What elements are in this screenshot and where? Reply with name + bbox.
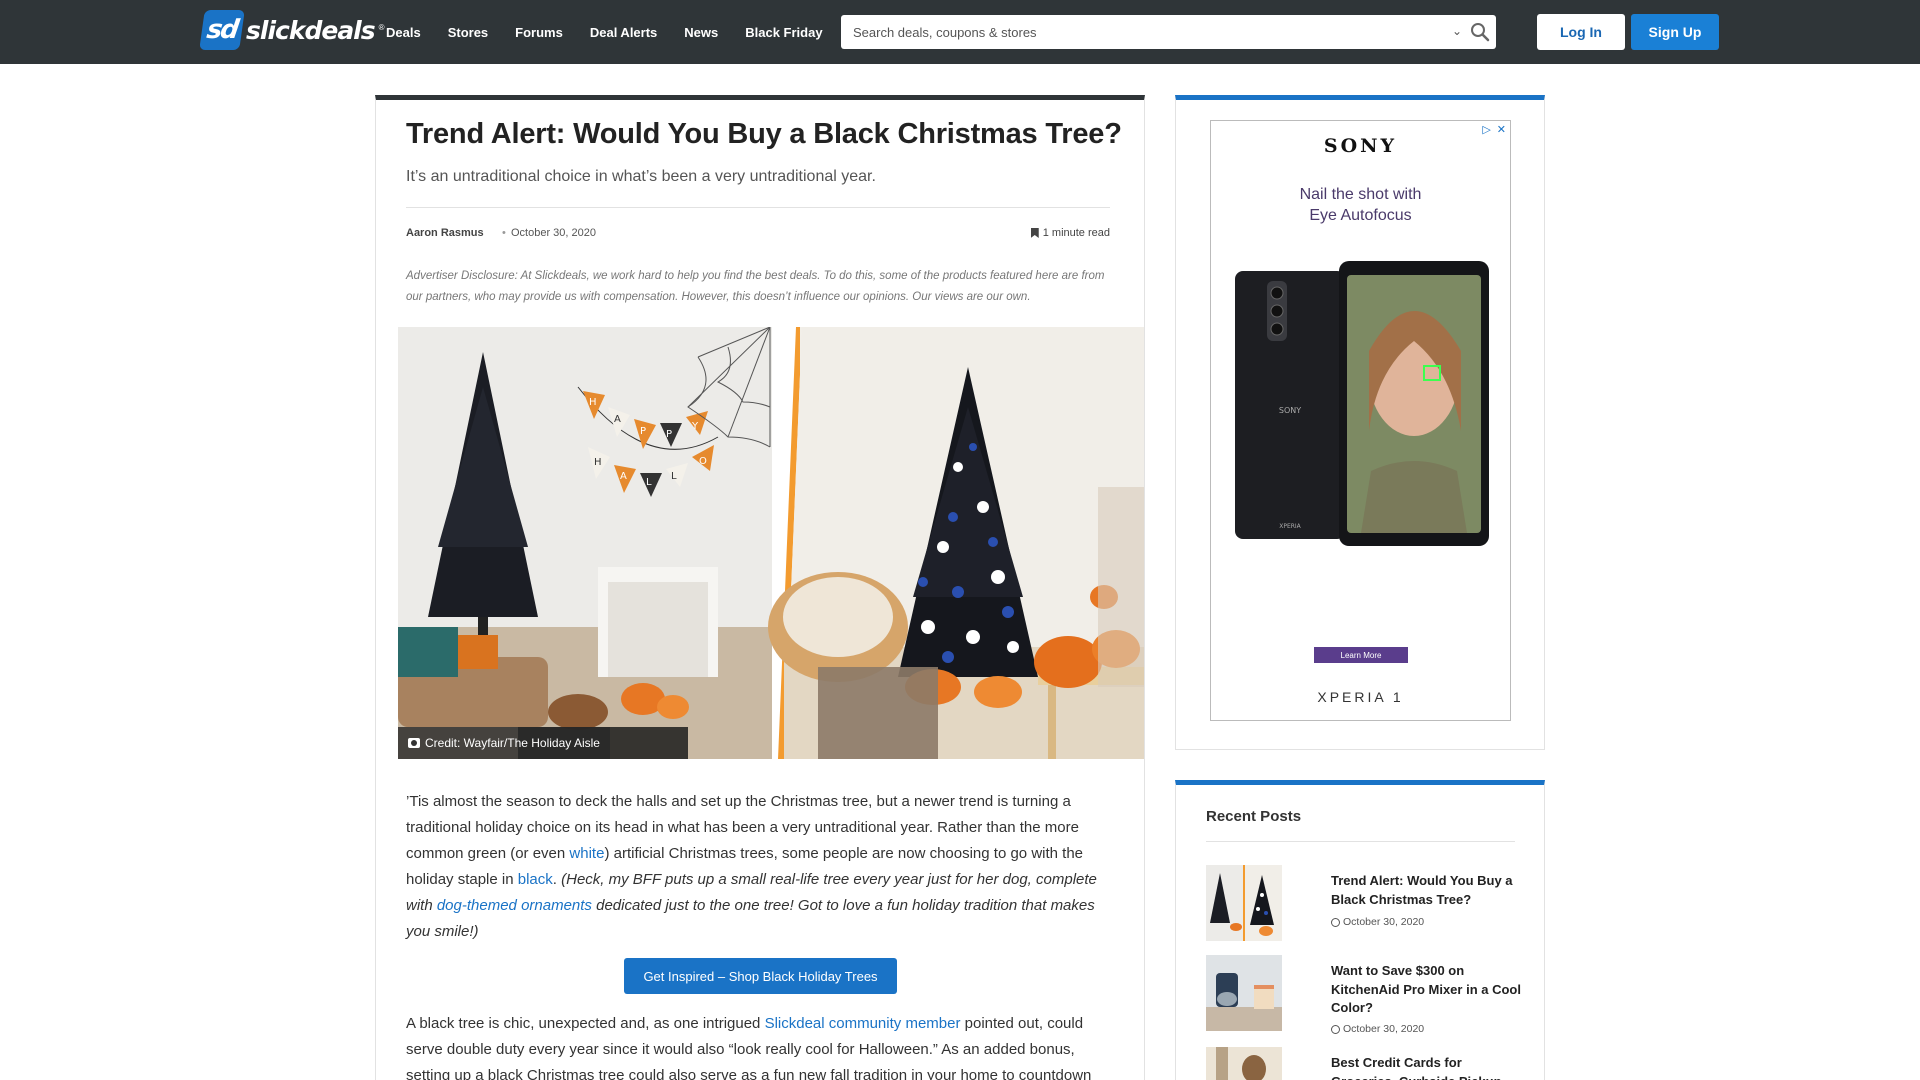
top-navigation-bar: sd slickdeals ® Deals Stores Forums Deal… xyxy=(0,0,1920,64)
divider xyxy=(406,207,1110,208)
article-paragraph-1: ’Tis almost the season to deck the halls… xyxy=(406,789,1118,945)
post-thumbnail[interactable] xyxy=(1206,1047,1282,1080)
clock-icon xyxy=(1331,917,1340,927)
shop-black-trees-button[interactable]: Get Inspired – Shop Black Holiday Trees xyxy=(624,958,897,994)
image-credit: Credit: Wayfair/The Holiday Aisle xyxy=(398,727,610,759)
link-community-member[interactable]: Slickdeal community member xyxy=(765,1015,961,1032)
signup-button[interactable]: Sign Up xyxy=(1631,14,1719,50)
post-date: October 30, 2020 xyxy=(1331,916,1424,928)
nav-deal-alerts[interactable]: Deal Alerts xyxy=(590,25,657,40)
recent-post-item[interactable]: Best Credit Cards for Groceries, Curbsid… xyxy=(1206,1047,1515,1080)
logo-wordmark: slickdeals xyxy=(246,15,376,45)
article-subtitle: It’s an untraditional choice in what’s b… xyxy=(406,168,876,185)
recent-posts-heading: Recent Posts xyxy=(1206,808,1302,825)
svg-text:P: P xyxy=(640,426,646,437)
article-paragraph-2: A black tree is chic, unexpected and, as… xyxy=(406,1011,1118,1080)
post-title[interactable]: Best Credit Cards for Groceries, Curbsid… xyxy=(1331,1054,1521,1080)
nav-news[interactable]: News xyxy=(684,25,718,40)
svg-text:H: H xyxy=(589,397,597,408)
svg-text:L: L xyxy=(646,477,652,488)
author-link[interactable]: Aaron Rasmus xyxy=(406,227,484,239)
search-icon[interactable] xyxy=(1469,21,1491,43)
camera-icon xyxy=(408,738,420,748)
svg-text:L: L xyxy=(671,471,677,482)
ad-headline-line: Nail the shot with xyxy=(1299,186,1422,203)
svg-text:SONY: SONY xyxy=(1279,406,1301,415)
article-card: Trend Alert: Would You Buy a Black Chris… xyxy=(375,95,1145,1080)
advertiser-disclosure: Advertiser Disclosure: At Slickdeals, we… xyxy=(406,270,1105,303)
ad-headline: Nail the shot with Eye Autofocus xyxy=(1211,184,1510,226)
hero-illustration: H A P P Y H A L L O xyxy=(398,327,1144,759)
nav-deals[interactable]: Deals xyxy=(386,25,421,40)
meta-separator: • xyxy=(502,227,506,239)
link-dog-ornaments[interactable]: dog-themed ornaments xyxy=(437,897,592,914)
text-run: . xyxy=(552,871,562,888)
post-date-text: October 30, 2020 xyxy=(1343,916,1425,928)
chevron-down-icon[interactable]: ⌄ xyxy=(1452,24,1462,38)
recent-post-item[interactable]: Want to Save $300 on KitchenAid Pro Mixe… xyxy=(1206,955,1521,1035)
svg-text:A: A xyxy=(620,471,627,482)
ad-product-name: XPERIA 1 xyxy=(1317,689,1404,705)
phones-illustration: SONY XPERIA xyxy=(1235,261,1489,546)
learn-more-button[interactable]: Learn More xyxy=(1314,647,1408,663)
hero-image: H A P P Y H A L L O Credit: Wayfair/The … xyxy=(398,327,1144,759)
post-thumbnail[interactable] xyxy=(1206,955,1282,1031)
svg-text:O: O xyxy=(699,456,707,467)
link-black-trees[interactable]: black xyxy=(518,871,553,888)
ad-headline-line: Eye Autofocus xyxy=(1309,207,1412,224)
sony-ad[interactable]: ▷ ✕ SONY Nail the shot with Eye Autofocu… xyxy=(1210,120,1511,721)
search-input[interactable] xyxy=(853,15,1433,49)
divider xyxy=(1206,841,1515,842)
sidebar-ad-container: ▷ ✕ SONY Nail the shot with Eye Autofocu… xyxy=(1175,95,1545,750)
nav-black-friday[interactable]: Black Friday xyxy=(745,25,822,40)
logo-mark: sd xyxy=(199,10,245,50)
nav-stores[interactable]: Stores xyxy=(448,25,488,40)
svg-text:H: H xyxy=(594,457,602,468)
search-box: ⌄ xyxy=(841,15,1496,49)
clock-icon xyxy=(1331,1024,1340,1034)
ad-brand: SONY xyxy=(1323,135,1398,157)
post-title[interactable]: Trend Alert: Would You Buy a Black Chris… xyxy=(1331,872,1521,909)
read-time: 1 minute read xyxy=(1030,227,1110,239)
article-meta: Aaron Rasmus • October 30, 2020 1 minute… xyxy=(406,227,1110,243)
image-credit-text: Credit: Wayfair/The Holiday Aisle xyxy=(425,736,600,750)
svg-text:XPERIA: XPERIA xyxy=(1279,523,1301,530)
post-date: October 30, 2020 xyxy=(1331,1023,1424,1035)
svg-text:Y: Y xyxy=(691,421,699,432)
publish-date: October 30, 2020 xyxy=(511,227,597,239)
article-title: Trend Alert: Would You Buy a Black Chris… xyxy=(406,118,1122,150)
main-nav: Deals Stores Forums Deal Alerts News Bla… xyxy=(386,0,823,64)
post-thumbnail[interactable] xyxy=(1206,865,1282,941)
svg-text:P: P xyxy=(666,429,672,440)
post-title[interactable]: Want to Save $300 on KitchenAid Pro Mixe… xyxy=(1331,962,1521,1018)
login-button[interactable]: Log In xyxy=(1537,14,1625,50)
nav-forums[interactable]: Forums xyxy=(515,25,563,40)
text-run: A black tree is chic, unexpected and, as… xyxy=(406,1015,765,1032)
read-time-label: 1 minute read xyxy=(1042,227,1110,239)
bookmark-icon xyxy=(1030,228,1039,238)
link-white-trees[interactable]: white xyxy=(569,845,604,862)
svg-text:A: A xyxy=(614,414,621,425)
post-date-text: October 30, 2020 xyxy=(1343,1023,1425,1035)
registered-mark: ® xyxy=(378,23,385,32)
recent-posts-widget: Recent Posts Trend Alert: Would You Buy … xyxy=(1175,780,1545,1080)
slickdeals-logo[interactable]: sd slickdeals ® xyxy=(199,9,385,51)
recent-post-item[interactable]: Trend Alert: Would You Buy a Black Chris… xyxy=(1206,865,1515,945)
